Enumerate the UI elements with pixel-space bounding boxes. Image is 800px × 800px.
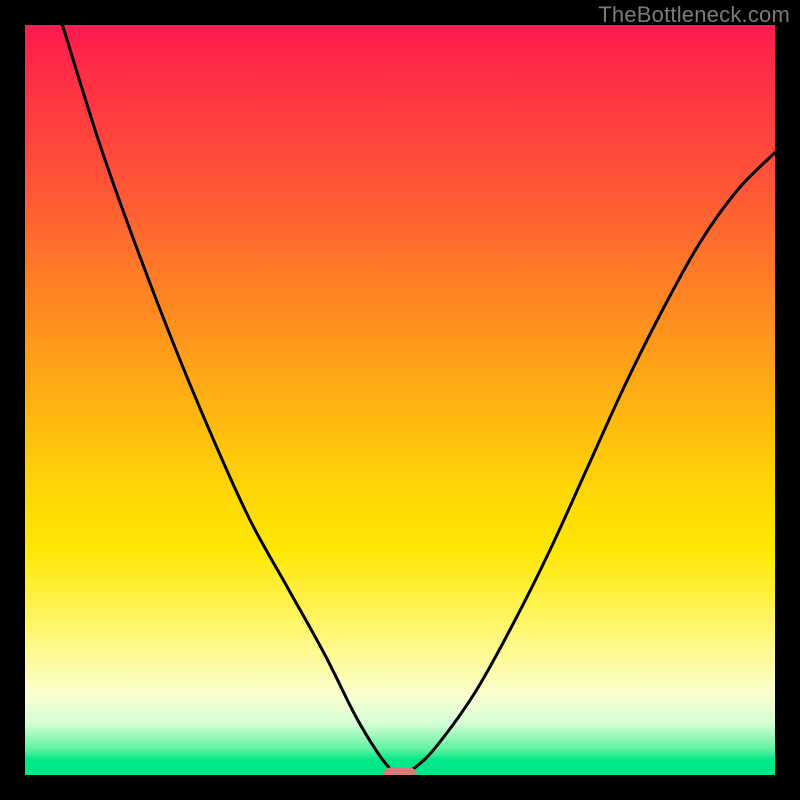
chart-frame: TheBottleneck.com <box>0 0 800 800</box>
optimal-marker <box>383 768 417 776</box>
bottleneck-curve <box>25 25 775 775</box>
plot-area <box>25 25 775 775</box>
